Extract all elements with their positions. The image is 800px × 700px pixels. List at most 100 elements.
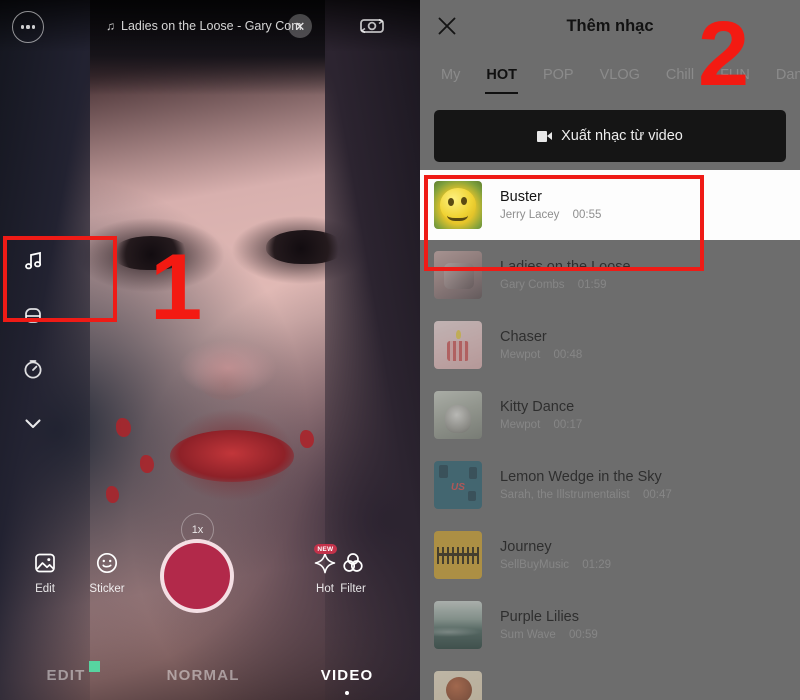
track-artist: Gary Combs — [500, 279, 565, 291]
table-row[interactable] — [420, 660, 800, 700]
table-row[interactable]: Buster Jerry Lacey 00:55 — [420, 170, 800, 240]
tab-active-underline — [485, 91, 518, 94]
track-artist: Jerry Lacey — [500, 209, 560, 221]
camera-mode-tabs: EDIT NORMAL VIDEO — [0, 661, 420, 695]
track-artwork — [434, 671, 482, 700]
clear-music-button[interactable]: ✕ — [288, 14, 312, 38]
annotation-highlight-box-1 — [3, 236, 117, 322]
image-edit-icon — [31, 549, 59, 577]
track-meta: Buster Jerry Lacey 00:55 — [500, 189, 601, 221]
close-icon — [438, 17, 456, 35]
music-note-icon: ♫ — [106, 19, 115, 33]
tab-pop[interactable]: POP — [530, 67, 587, 83]
tool-edit[interactable]: Edit — [14, 549, 76, 595]
camera-preview-panel: ♫ Ladies on the Loose - Gary Com ✕ 1 1x … — [0, 0, 420, 700]
camera-flip-button[interactable] — [356, 10, 388, 42]
table-row[interactable]: Kitty Dance Mewpot 00:17 — [420, 380, 800, 450]
track-artwork: US — [434, 461, 482, 509]
tab-vlog[interactable]: VLOG — [587, 67, 653, 83]
tab-dance[interactable]: Dan — [763, 67, 800, 83]
track-meta: Lemon Wedge in the Sky Sarah, the Illstr… — [500, 469, 672, 501]
smiley-sticker-icon — [93, 549, 121, 577]
tab-hot-label: HOT — [486, 67, 517, 83]
app-screen: ♫ Ladies on the Loose - Gary Com ✕ 1 1x … — [0, 0, 800, 700]
mode-tab-video-label: VIDEO — [320, 667, 374, 684]
track-subtitle: Gary Combs 01:59 — [500, 279, 631, 291]
track-meta: Purple Lilies Sum Wave 00:59 — [500, 609, 598, 641]
mode-tab-normal[interactable]: NORMAL — [167, 667, 240, 684]
track-subtitle: Sum Wave 00:59 — [500, 629, 598, 641]
chevron-down-icon — [25, 419, 41, 429]
tool-filter[interactable]: Filter — [322, 549, 384, 595]
tool-sticker[interactable]: Sticker — [76, 549, 138, 595]
now-playing-pill[interactable]: ♫ Ladies on the Loose - Gary Com — [106, 13, 302, 39]
track-duration: 00:55 — [572, 209, 602, 221]
record-button[interactable] — [160, 539, 234, 613]
tab-dance-label: Dan — [775, 67, 800, 83]
track-artwork — [434, 251, 482, 299]
track-duration: 00:48 — [553, 349, 583, 361]
track-meta: Ladies on the Loose Gary Combs 01:59 — [500, 259, 631, 291]
video-camera-icon — [537, 130, 553, 142]
rail-timer-button[interactable] — [18, 354, 48, 384]
track-title: Chaser — [500, 329, 547, 345]
table-row[interactable]: Ladies on the Loose Gary Combs 01:59 — [420, 240, 800, 310]
track-meta: Chaser Mewpot 00:48 — [500, 329, 582, 361]
tab-vlog-label: VLOG — [599, 67, 640, 83]
camera-flip-icon — [360, 18, 384, 34]
filter-circles-icon — [339, 549, 367, 577]
extract-music-button[interactable]: Xuất nhạc từ video — [434, 110, 786, 162]
track-artist: Sum Wave — [500, 629, 556, 641]
track-artist: SellBuyMusic — [500, 559, 570, 571]
music-track-list: Buster Jerry Lacey 00:55 Ladies on the L… — [420, 170, 800, 700]
track-artwork — [434, 601, 482, 649]
table-row[interactable]: US Lemon Wedge in the Sky Sarah, the Ill… — [420, 450, 800, 520]
track-title: Journey — [500, 539, 552, 555]
tab-pop-label: POP — [542, 67, 574, 83]
track-title: Kitty Dance — [500, 399, 575, 415]
mode-edit-badge — [88, 661, 100, 672]
mode-tab-edit-label: EDIT — [46, 667, 86, 684]
track-meta: Kitty Dance Mewpot 00:17 — [500, 399, 582, 431]
mode-tab-video[interactable]: VIDEO — [320, 667, 374, 695]
track-title: Ladies on the Loose — [500, 259, 631, 275]
tab-my[interactable]: My — [428, 67, 473, 83]
track-duration: 01:29 — [582, 559, 612, 571]
track-title: Lemon Wedge in the Sky — [500, 469, 662, 485]
track-duration: 00:17 — [553, 419, 583, 431]
track-artwork — [434, 391, 482, 439]
camera-tools-bar: Edit Sticker NEW Hot Filter — [0, 535, 420, 630]
table-row[interactable]: Purple Lilies Sum Wave 00:59 — [420, 590, 800, 660]
track-subtitle: Jerry Lacey 00:55 — [500, 209, 601, 221]
track-artwork — [434, 181, 482, 229]
tool-sticker-label: Sticker — [89, 583, 125, 595]
track-artist: Mewpot — [500, 419, 541, 431]
add-music-panel: Thêm nhạc My HOT POP VLOG Chill FUN Dan … — [420, 0, 800, 700]
table-row[interactable]: Journey SellBuyMusic 01:29 — [420, 520, 800, 590]
track-artist: Sarah, the Illstrumentalist — [500, 489, 630, 501]
close-sheet-button[interactable] — [434, 13, 460, 39]
track-subtitle: Mewpot 00:17 — [500, 419, 582, 431]
track-title: Buster — [500, 189, 542, 205]
track-artist: Mewpot — [500, 349, 541, 361]
tab-my-label: My — [441, 67, 461, 83]
track-duration: 00:59 — [569, 629, 598, 641]
mode-tab-edit[interactable]: EDIT — [46, 661, 100, 684]
track-meta: Journey SellBuyMusic 01:29 — [500, 539, 611, 571]
table-row[interactable]: Chaser Mewpot 00:48 — [420, 310, 800, 380]
track-duration: 00:47 — [642, 489, 672, 501]
track-artwork — [434, 321, 482, 369]
extract-music-label: Xuất nhạc từ video — [561, 128, 683, 144]
tool-edit-label: Edit — [35, 583, 55, 595]
track-artwork — [434, 531, 482, 579]
tab-chill-label: Chill — [665, 67, 695, 83]
timer-icon — [24, 360, 42, 379]
camera-overlay: ♫ Ladies on the Loose - Gary Com ✕ 1 1x … — [0, 0, 420, 700]
now-playing-title: Ladies on the Loose - Gary Com — [121, 19, 302, 33]
annotation-number-2: 2 — [698, 3, 750, 105]
track-subtitle: Mewpot 00:48 — [500, 349, 582, 361]
tab-hot[interactable]: HOT — [473, 67, 530, 94]
track-subtitle: SellBuyMusic 01:29 — [500, 559, 611, 571]
rail-expand-button[interactable] — [18, 408, 48, 438]
more-options-button[interactable] — [12, 11, 44, 43]
